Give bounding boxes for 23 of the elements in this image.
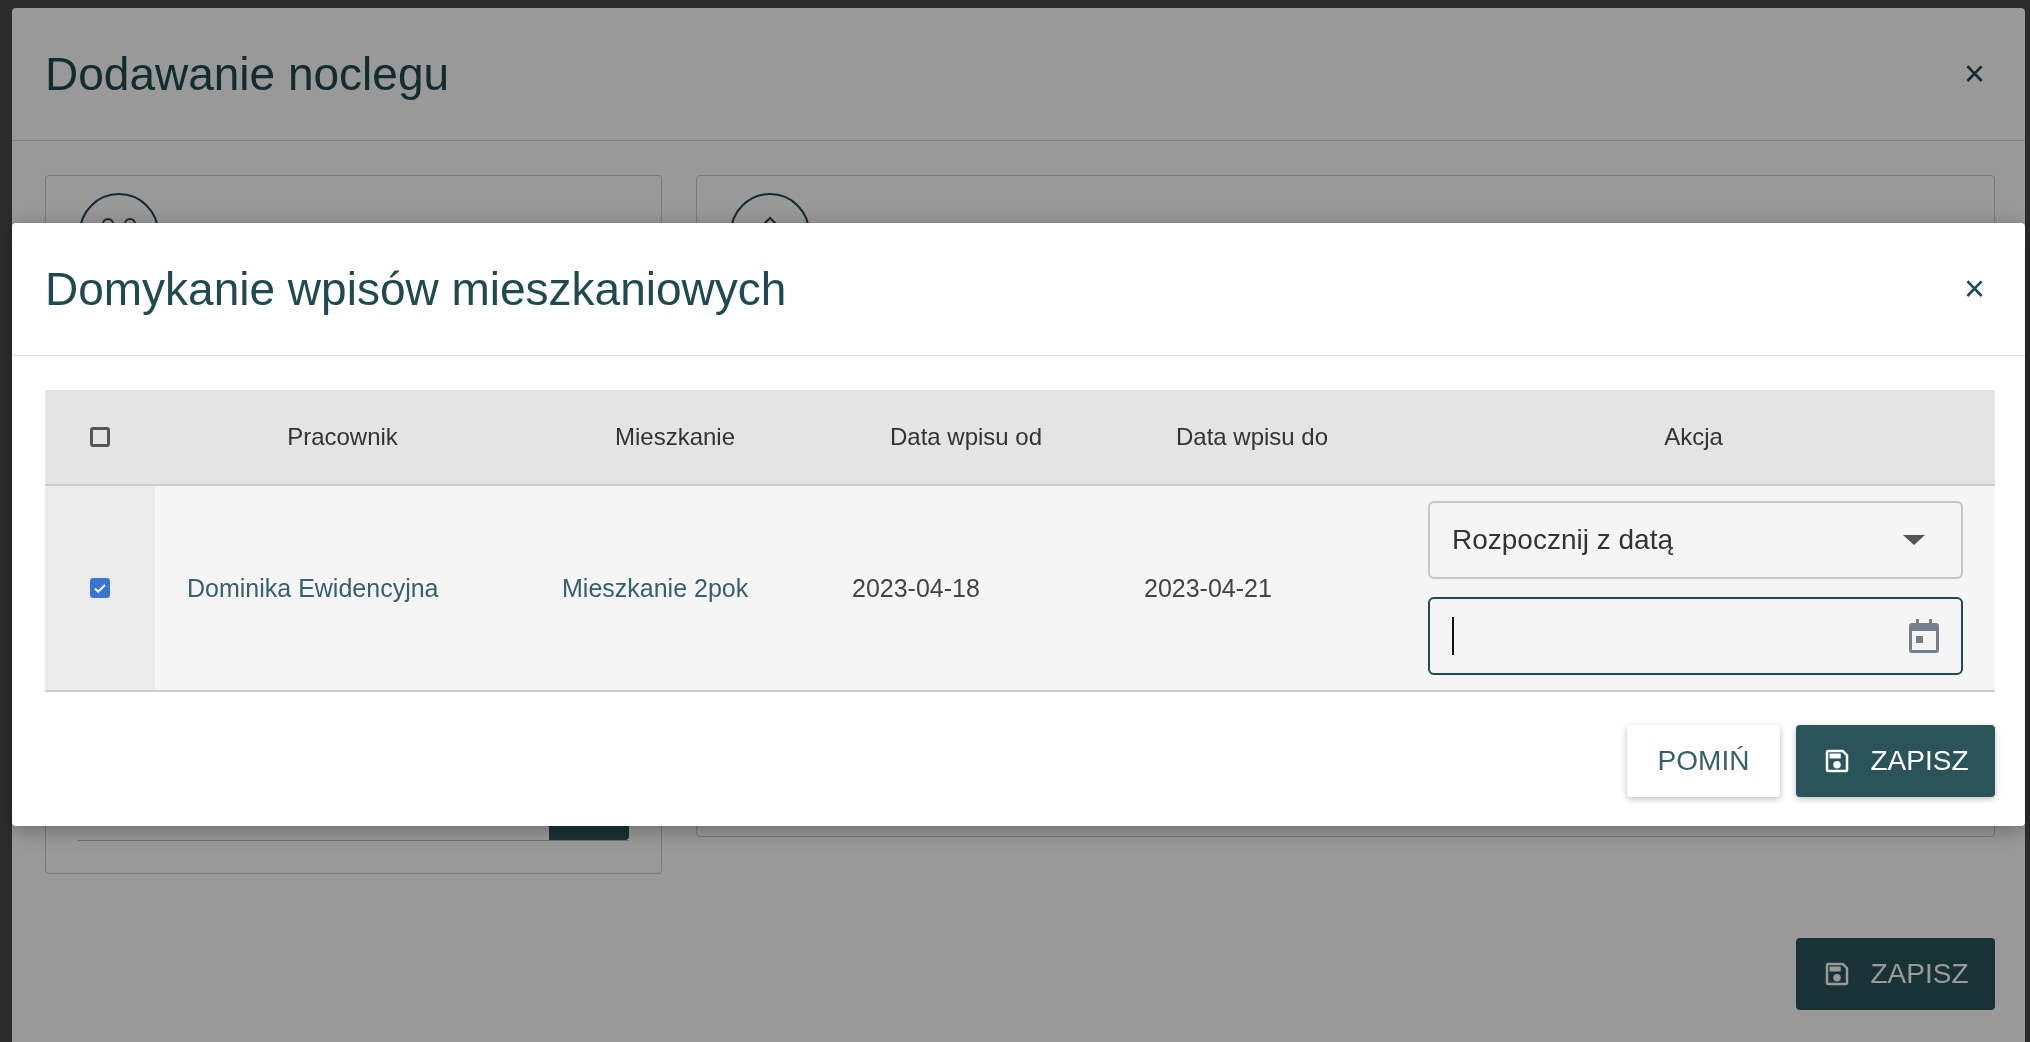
column-header: Data wpisu do	[1175, 423, 1329, 451]
dialog-title: Domykanie wpisów mieszkaniowych	[45, 262, 787, 316]
checkbox[interactable]	[90, 578, 110, 598]
calendar-icon	[1909, 619, 1939, 653]
text-cursor	[1452, 617, 1454, 655]
save-button[interactable]: ZAPISZ	[1796, 938, 1995, 1010]
checkbox[interactable]	[90, 427, 110, 447]
column-header: Pracownik	[287, 423, 398, 451]
close-button[interactable]: ×	[1957, 268, 1991, 310]
date-field[interactable]	[1428, 597, 1963, 675]
action-dropdown[interactable]: Rozpocznij z datą	[1428, 501, 1963, 579]
date-text: 2023-04-18	[852, 573, 980, 603]
dialog-title: Dodawanie noclegu	[45, 47, 450, 101]
skip-button[interactable]: POMIŃ	[1627, 725, 1780, 797]
column-header: Mieszkanie	[614, 423, 735, 451]
column-header: Akcja	[1664, 423, 1723, 451]
apartment-name: Mieszkanie 2pok	[562, 573, 749, 603]
date-text: 2023-04-21	[1144, 573, 1272, 603]
employee-name: Dominika Ewidencyjna	[187, 573, 439, 603]
column-header: Data wpisu od	[889, 423, 1043, 451]
close-button[interactable]: ×	[1957, 53, 1991, 95]
caret-icon	[1903, 535, 1925, 545]
save-button[interactable]: ZAPISZ	[1796, 725, 1995, 797]
